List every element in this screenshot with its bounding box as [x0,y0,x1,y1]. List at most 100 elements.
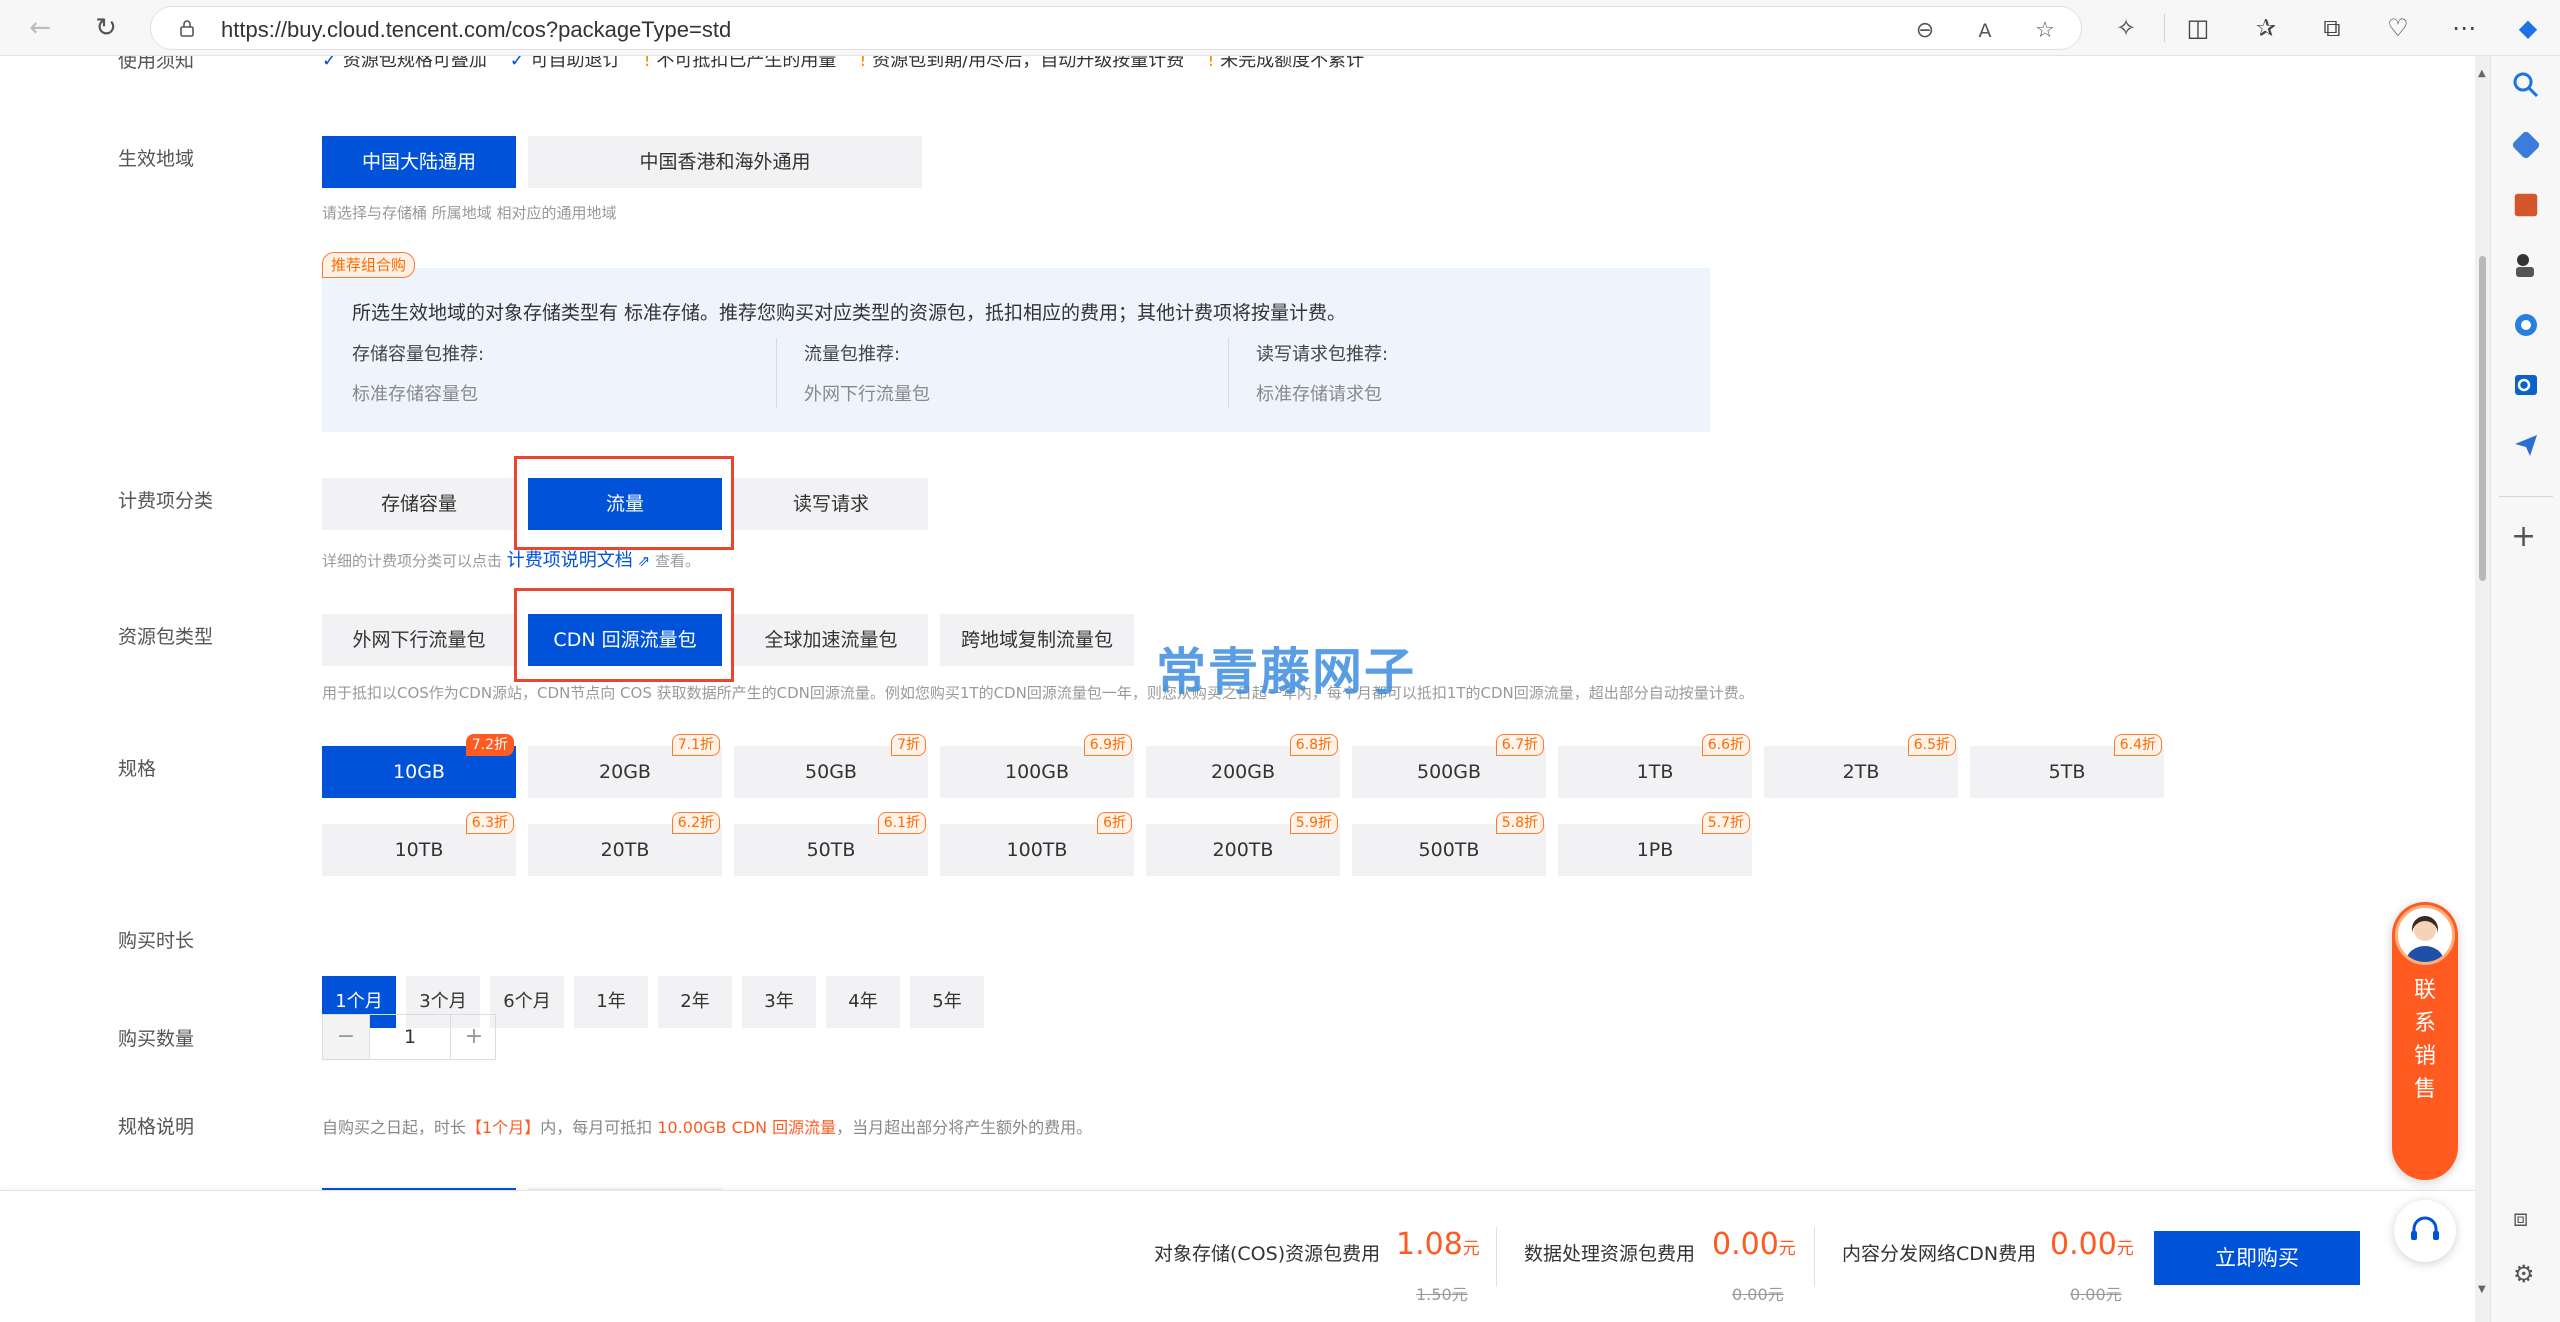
discount-badge: 7.2折 [465,734,514,756]
send-icon[interactable] [2511,430,2541,460]
package-option-global-accel[interactable]: 全球加速流量包 [734,614,928,666]
duration-option[interactable]: 5年 [910,976,984,1028]
spec-label: 规格 [118,758,157,780]
region-option-overseas[interactable]: 中国香港和海外通用 [528,136,922,188]
read-aloud-icon[interactable]: A [1973,19,1997,43]
spec-option[interactable]: 200TB 5.9折 [1146,812,1340,876]
buy-now-button[interactable]: 立即购买 [2154,1231,2360,1285]
rec-col-title: 存储容量包推荐: [352,344,485,365]
m365-icon[interactable] [2511,310,2541,340]
settings-gear-icon[interactable]: ⚙ [2513,1260,2535,1288]
spec-size-label: 1PB [1636,839,1674,861]
discount-badge: 5.9折 [1289,812,1338,834]
scroll-down-icon[interactable]: ▼ [2478,1284,2486,1295]
spec-option[interactable]: 10GB 7.2折 [322,734,516,798]
discount-badge: 6.9折 [1083,734,1132,756]
discount-badge: 6.4折 [2113,734,2162,756]
package-option-cross-region[interactable]: 跨地域复制流量包 [940,614,1134,666]
copilot-icon[interactable]: ◆ [2514,14,2542,42]
address-bar[interactable]: https://buy.cloud.tencent.com/cos?packag… [150,6,2082,50]
split-screen-icon[interactable]: ◫ [2184,14,2212,42]
zoom-icon[interactable]: ⊖ [1913,19,1937,43]
spec-option[interactable]: 5TB 6.4折 [1970,734,2164,798]
external-link-icon[interactable]: ⇗ [638,552,651,570]
spec-option[interactable]: 20GB 7.1折 [528,734,722,798]
collections-icon[interactable]: ⧉ [2318,14,2346,42]
notice-item: 资源包到期/用尽后，自动升级按量计费 [872,56,1185,71]
scroll-up-icon[interactable]: ▲ [2478,68,2486,79]
spec-option[interactable]: 100TB 6折 [940,812,1134,876]
page-scrollbar[interactable]: ▲ ▼ [2475,56,2490,1322]
duration-option[interactable]: 1年 [574,976,648,1028]
tools-icon[interactable] [2514,193,2538,217]
spec-option[interactable]: 10TB 6.3折 [322,812,516,876]
contact-char: 系 [2413,1011,2436,1036]
fee-summary-bar: 对象存储(COS)资源包费用 1.08元 1.50元 数据处理资源包费用 0.0… [0,1190,2475,1322]
scrollbar-thumb[interactable] [2479,256,2486,581]
customer-service-button[interactable] [2394,1200,2456,1262]
contact-sales-widget[interactable]: 联 系 销 售 [2392,902,2458,1180]
spec-option[interactable]: 1PB 5.7折 [1558,812,1752,876]
spec-option[interactable]: 100GB 6.9折 [940,734,1134,798]
spec-option[interactable]: 50TB 6.1折 [734,812,928,876]
browser-essentials-icon[interactable]: ♡ [2384,14,2412,42]
desc-text: ，当月超出部分将产生额外的费用。 [836,1118,1093,1137]
contact-sales-label[interactable]: 联 系 销 售 [2392,974,2458,1106]
duration-option[interactable]: 2年 [658,976,732,1028]
extensions-icon[interactable]: ✧ [2112,14,2140,42]
search-icon[interactable] [2511,70,2541,100]
favorite-star-icon[interactable]: ☆ [2033,19,2057,43]
spec-option[interactable]: 500TB 5.8折 [1352,812,1546,876]
data-fee-label: 数据处理资源包费用 [1524,1243,1696,1265]
spec-option[interactable]: 200GB 6.8折 [1146,734,1340,798]
discount-badge: 6折 [1097,812,1132,834]
hint-text: 详细的计费项分类可以点击 [322,552,503,570]
package-option-downlink[interactable]: 外网下行流量包 [322,614,516,666]
region-option-mainland[interactable]: 中国大陆通用 [322,136,516,188]
billing-option-requests[interactable]: 读写请求 [734,478,928,530]
package-type-label: 资源包类型 [118,626,214,648]
quantity-minus-button[interactable]: − [323,1015,369,1059]
browser-sidebar: + ⧈ ⚙ [2490,56,2560,1322]
recommendation-panel: 所选生效地域的对象存储类型有 标准存储。推荐您购买对应类型的资源包，抵扣相应的费… [322,268,1710,432]
spec-option[interactable]: 2TB 6.5折 [1764,734,1958,798]
notice-item: 资源包规格可叠加 [342,56,487,71]
spec-option[interactable]: 500GB 6.7折 [1352,734,1546,798]
billing-option-storage[interactable]: 存储容量 [322,478,516,530]
cdn-fee-label: 内容分发网络CDN费用 [1842,1243,2037,1265]
discount-badge: 5.8折 [1495,812,1544,834]
refresh-icon[interactable]: ↻ [90,12,122,44]
warning-icon: ! [1207,56,1215,71]
region-label: 生效地域 [118,148,195,170]
billing-hint: 详细的计费项分类可以点击 计费项说明文档 ⇗ 查看。 [322,546,700,572]
outlook-icon[interactable] [2511,370,2541,400]
rec-col-value: 外网下行流量包 [804,384,930,405]
quantity-plus-button[interactable]: + [451,1015,497,1059]
favorites-icon[interactable]: ✰ [2252,14,2280,42]
billing-doc-link[interactable]: 计费项说明文档 [507,550,633,571]
spec-option[interactable]: 50GB 7折 [734,734,928,798]
quantity-input[interactable]: 1 [369,1015,451,1059]
duration-option[interactable]: 6个月 [490,976,564,1028]
screenshot-icon[interactable]: ⧈ [2513,1204,2528,1232]
fee-amount: 0.00 [2050,1227,2117,1262]
fee-amount: 0.00 [1712,1227,1779,1262]
hint-text: 查看。 [654,552,700,570]
rec-col-value: 标准存储容量包 [352,384,478,405]
discount-badge: 7折 [891,734,926,756]
notice-list: ✓ 资源包规格可叠加 ✓ 可自助退订 ! 不可抵扣已产生的用量 ! 资源包到期/… [322,56,1364,72]
back-arrow-icon[interactable]: ← [24,12,56,44]
games-icon[interactable] [2511,250,2541,280]
duration-option[interactable]: 4年 [826,976,900,1028]
more-menu-icon[interactable]: ⋯ [2450,14,2478,42]
spec-option[interactable]: 1TB 6.6折 [1558,734,1752,798]
quantity-stepper[interactable]: − 1 + [322,1014,496,1060]
data-fee-original: 0.00元 [1732,1285,1784,1304]
add-sidebar-icon[interactable]: + [2511,522,2536,552]
duration-option[interactable]: 3年 [742,976,816,1028]
discount-badge: 5.7折 [1701,812,1750,834]
desc-highlight: 10.00GB CDN 回源流量 [657,1118,837,1137]
url-text[interactable]: https://buy.cloud.tencent.com/cos?packag… [221,17,731,43]
shopping-tag-icon[interactable] [2511,130,2541,160]
spec-option[interactable]: 20TB 6.2折 [528,812,722,876]
